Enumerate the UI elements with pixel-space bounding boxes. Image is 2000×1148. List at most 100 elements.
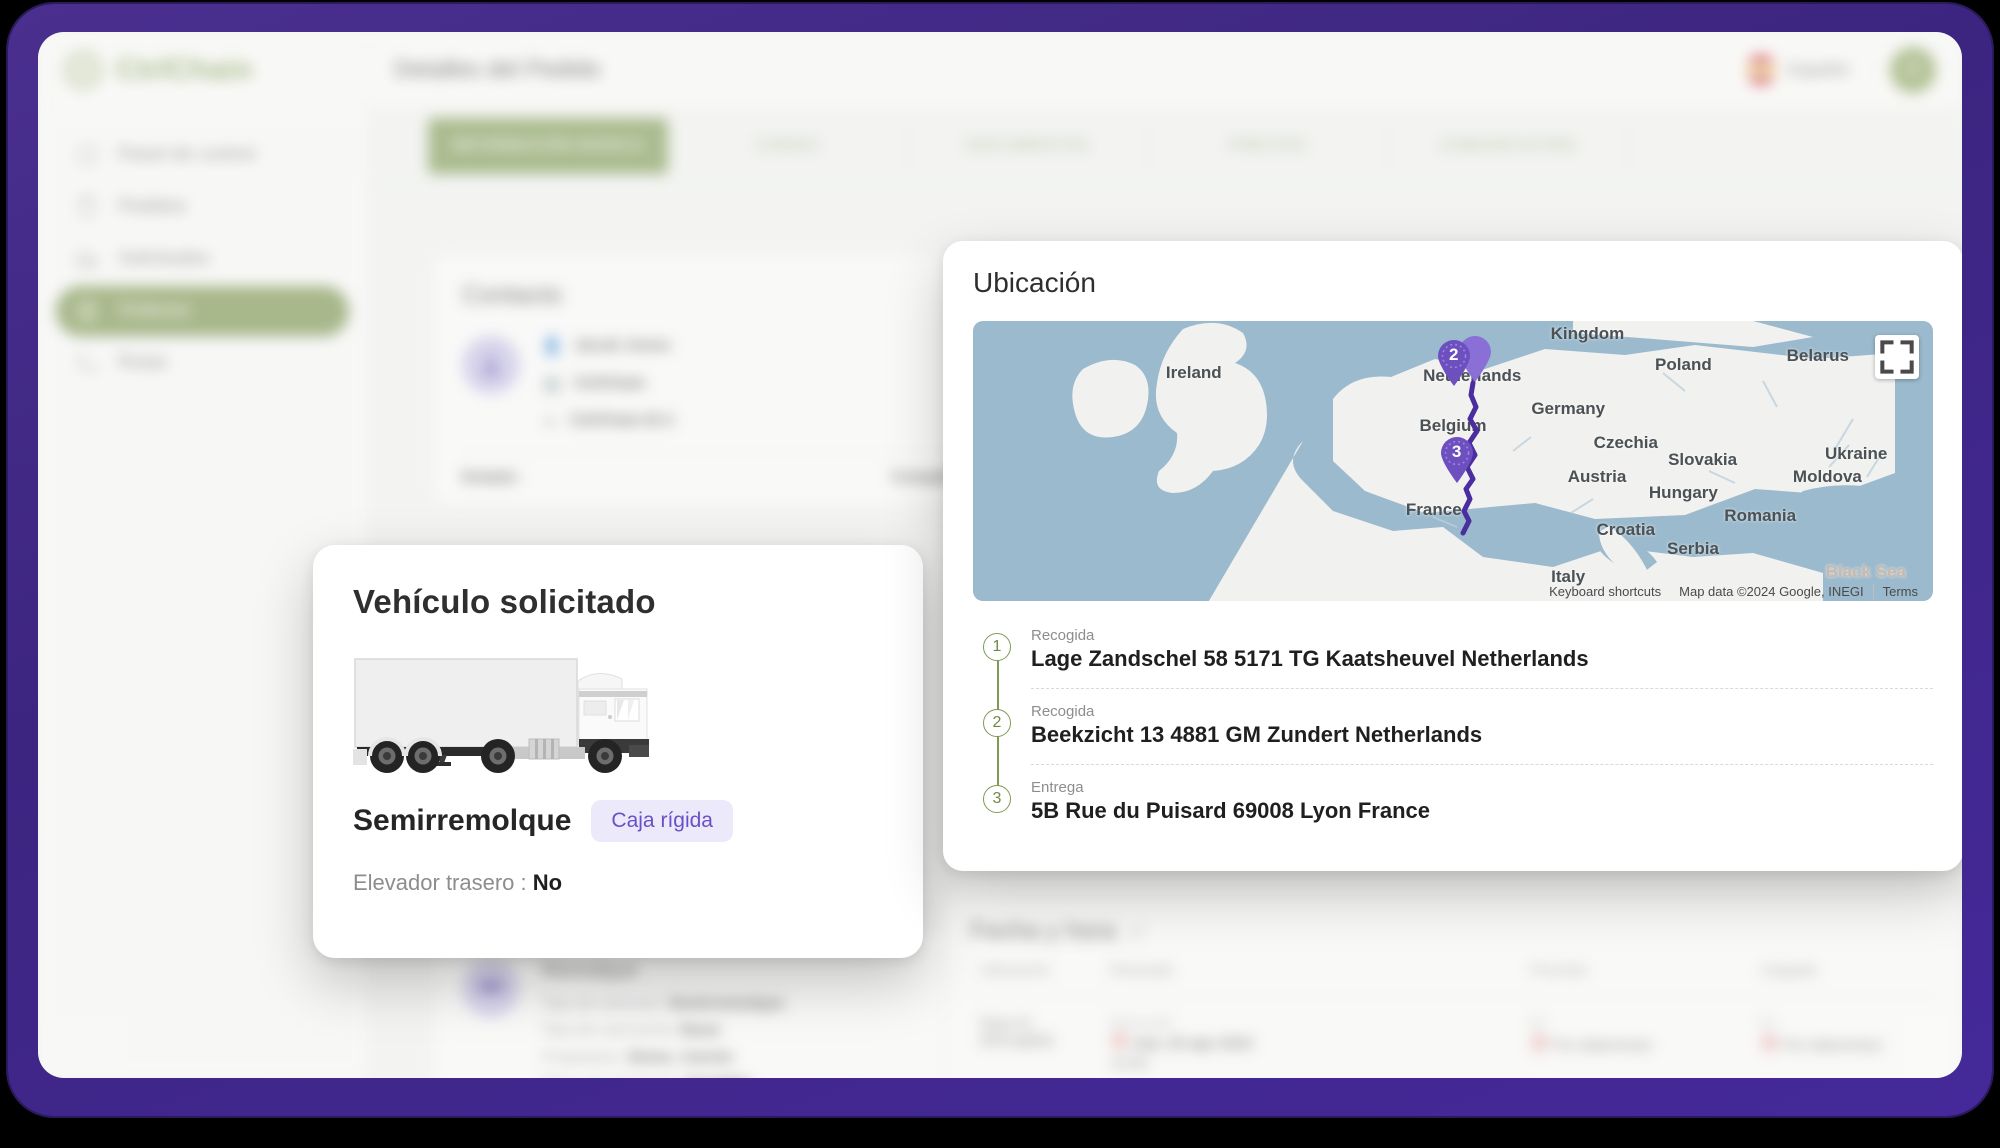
language-selector[interactable]: Español [1745, 54, 1872, 85]
map-label-ireland: Ireland [1165, 363, 1222, 382]
avatar[interactable]: A [1890, 46, 1936, 93]
tab-comunicacion[interactable]: COMUNICACIÓN [1388, 117, 1628, 174]
tab-bar: INFORMACIÓN BÁSICA CARGO DOCUMENTOS PREC… [368, 108, 1962, 184]
map-label-belarus: Belarus [1786, 346, 1849, 366]
map-label-austria: Austria [1567, 466, 1627, 486]
contact-legal-entity: CtrlChain B.V. [569, 412, 676, 429]
contact-company: CtrlChain [573, 375, 646, 392]
page-title: Detalles del Pedido [394, 55, 601, 83]
target-circle-icon [64, 50, 102, 89]
user-icon [481, 355, 501, 376]
sidebar-item-label: Órdenes [118, 300, 191, 321]
sidebar-item-panel-de-control[interactable]: Panel de control [56, 130, 349, 180]
pencil-icon[interactable] [1128, 923, 1146, 941]
status-label: Estado: [462, 469, 521, 486]
map-label-slovakia: Slovakia [1668, 449, 1738, 469]
fullscreen-button[interactable] [1875, 335, 1919, 379]
column-header: Llegada [1750, 946, 1936, 997]
terms-link[interactable]: Terms [1872, 584, 1927, 599]
trailer-avatar [462, 959, 520, 1017]
sidebar-item-ordenes[interactable]: Órdenes [56, 286, 349, 336]
dashboard-icon [76, 144, 98, 166]
stop-item-2: 2 Recogida Beekzicht 13 4881 GM Zundert … [983, 703, 1933, 779]
stop-item-3: 3 Entrega 5B Rue du Puisard 69008 Lyon F… [983, 779, 1933, 838]
sidebar-item-solicitudes[interactable]: Solicitudes [56, 234, 349, 284]
sidebar-item-pedidos[interactable]: Pedidos [56, 182, 349, 232]
sidebar-item-rutas[interactable]: Rutas [56, 338, 349, 388]
map-label-poland: Poland [1655, 354, 1712, 374]
table-row: Para #1 (Recogida) Reservado ⏰ mar, 20 a… [970, 997, 1936, 1079]
cell-planned: En ⏰ Por determinar [1520, 997, 1750, 1079]
requested-vehicle-card: Vehículo solicitado Semirremolque Caja r… [313, 545, 923, 958]
sidebar-item-label: Rutas [118, 352, 168, 373]
requested-vehicle-title: Vehículo solicitado [353, 583, 656, 620]
fullscreen-icon [1880, 340, 1914, 374]
keyboard-shortcuts-link[interactable]: Keyboard shortcuts [1540, 584, 1670, 599]
stop-number: 2 [983, 709, 1011, 737]
map-label-france: France [1405, 500, 1462, 520]
trailer-row-value: None [680, 1022, 721, 1039]
desired-date: mar, 20 ago 2024 [1132, 1035, 1253, 1052]
tail-lift-label: Elevador trasero : [353, 870, 527, 895]
tab-label: CARGO [756, 136, 819, 154]
column-header: Deseado [1100, 946, 1520, 997]
map-pin-2[interactable]: 2 [1436, 339, 1472, 387]
brand-name: CtrlChain [116, 52, 253, 86]
cell-desired: Reservado ⏰ mar, 20 ago 2024 13:30 [1100, 997, 1520, 1079]
map-label-moldova: Moldova [1792, 466, 1862, 486]
cell-arrival: En ⏰ Por determinar [1750, 997, 1936, 1079]
stop-number: 1 [983, 633, 1011, 661]
trailer-heading: Remolque [542, 959, 638, 982]
location-title: Ubicación [973, 267, 1096, 298]
map-label-germany: Germany [1531, 399, 1606, 419]
semi-truck-illustration-svg [353, 658, 649, 773]
stop-address: Beekzicht 13 4881 GM Zundert Netherlands [1031, 722, 1483, 747]
column-header: Previsto [1520, 946, 1750, 997]
tail-lift-value: No [532, 870, 563, 895]
stop-list: 1 Recogida Lage Zandschel 58 5171 TG Kaa… [973, 627, 1933, 838]
app-window: CtrlChain Panel de control Pedidos Solic… [38, 32, 1962, 1078]
entity-icon: ▲ [542, 412, 558, 429]
map-label-czechia: Czechia [1593, 433, 1658, 452]
sidebar-item-label: Panel de control [118, 144, 256, 165]
vehicle-type: Semirremolque [353, 804, 572, 837]
stop-kind: Recogida [1031, 703, 1095, 720]
tab-label: COMUNICACIÓN [1439, 136, 1576, 154]
trailer-row-label: Placa de matrícula: [542, 1076, 679, 1078]
map-data-credit: Map data ©2024 Google, INEGI [1679, 584, 1864, 599]
tab-informacion-basica[interactable]: INFORMACIÓN BÁSICA [428, 117, 668, 174]
tab-label: PRECIOS [1229, 136, 1306, 154]
tab-cargo[interactable]: CARGO [668, 117, 908, 174]
map-attribution: Keyboard shortcuts Map data ©2024 Google… [973, 582, 1933, 601]
language-label: Español [1787, 59, 1849, 79]
map-label-serbia: Serbia [1667, 539, 1719, 559]
contact-card: Contacto 👤 Jacob Jones 🏢 CtrlChain ▲ CtrlCh… [433, 254, 1013, 504]
topbar: Detalles del Pedido Español A [368, 32, 1962, 108]
clock-icon: ⏰ [1110, 1035, 1129, 1052]
map-pin-2-number: 2 [1448, 345, 1459, 365]
route-map[interactable]: Kingdom Ireland Netherlands Germany Belg… [973, 321, 1933, 601]
sidebar-nav: Panel de control Pedidos Solicitudes Órd… [38, 108, 367, 388]
trailer-row-label: Propietario: [542, 1049, 624, 1066]
spain-flag-icon [1745, 54, 1776, 85]
tab-label: DOCUMENTOS [966, 136, 1089, 154]
trailer-row-value: abcbdbd [683, 1076, 750, 1078]
sidebar-item-label: Pedidos [118, 196, 187, 217]
map-label-kingdom: Kingdom [1550, 323, 1625, 343]
semi-truck-illustration [353, 655, 883, 778]
cell-location: Para #1 (Recogida) [980, 1015, 1054, 1049]
tab-precios[interactable]: PRECIOS [1148, 117, 1388, 174]
avatar-initial: A [1906, 58, 1920, 80]
column-header: Ubicación [970, 946, 1100, 997]
map-label-romania: Romania [1724, 505, 1797, 525]
trailer-row-value: Demo_Carrier [628, 1049, 735, 1066]
divider [462, 452, 984, 453]
planned-label: En [1530, 1015, 1546, 1030]
contact-person: Jacob Jones [573, 337, 671, 354]
map-label-ukraine: Ukraine [1825, 444, 1888, 464]
vehicle-type-row: Semirremolque Caja rígida [353, 800, 883, 842]
desired-time: 13:30 [1110, 1055, 1148, 1072]
map-pin-3[interactable]: 3 [1439, 436, 1475, 484]
tab-documentos[interactable]: DOCUMENTOS [908, 117, 1148, 174]
tail-lift-row: Elevador trasero : No [353, 870, 883, 896]
